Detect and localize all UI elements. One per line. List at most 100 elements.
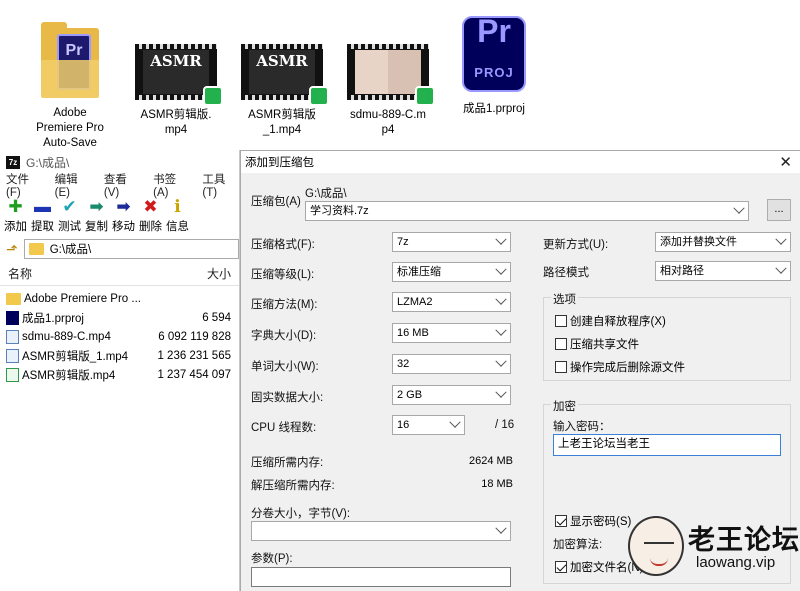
check-icon: ✔ xyxy=(62,197,77,216)
column-size[interactable]: 大小 xyxy=(207,265,231,282)
test-button[interactable]: ✔ 测试 xyxy=(56,196,83,236)
sfx-checkbox[interactable]: 创建自释放程序(X) xyxy=(555,313,666,329)
icon-label: ASMR剪辑版 _1.mp4 xyxy=(248,109,316,136)
chevron-down-icon xyxy=(495,324,507,336)
menu-view[interactable]: 查看(V) xyxy=(104,171,141,199)
file-row[interactable]: sdmu-889-C.mp4 6 092 119 828 xyxy=(0,327,239,346)
update-mode-select[interactable]: 添加并替换文件 xyxy=(655,232,791,252)
address-bar: ⬏ G:\成品\ xyxy=(0,236,239,262)
format-select[interactable]: 7z xyxy=(392,232,511,252)
path-mode-label: 路径模式 xyxy=(543,267,589,279)
icon-label: 成品1.prproj xyxy=(463,103,525,115)
premiere-file-icon xyxy=(6,310,19,325)
premiere-project-icon: Pr PROJ xyxy=(462,15,526,92)
delete-button[interactable]: ✖ 删除 xyxy=(137,196,164,236)
delete-icon: ✖ xyxy=(143,197,158,216)
desktop: Pr Adobe Premiere Pro Auto-Save ASMR ASM… xyxy=(0,0,800,150)
encryption-method-label: 加密算法: xyxy=(553,539,603,551)
method-select[interactable]: LZMA2 xyxy=(392,292,511,312)
format-label: 压缩格式(F): xyxy=(251,239,315,251)
move-button[interactable]: ➡ 移动 xyxy=(110,196,137,236)
chevron-down-icon xyxy=(495,355,507,367)
folder-icon xyxy=(28,243,44,255)
solid-select[interactable]: 2 GB xyxy=(392,385,511,405)
add-button[interactable]: ✚ 添加 xyxy=(2,196,29,236)
file-icon xyxy=(6,348,19,363)
info-button[interactable]: ℹ 信息 xyxy=(164,196,191,236)
info-icon: ℹ xyxy=(174,197,181,216)
checkbox-box xyxy=(555,315,567,327)
desktop-icon-premiere-folder[interactable]: Pr Adobe Premiere Pro Auto-Save xyxy=(20,14,120,151)
desktop-icon-prproj[interactable]: Pr PROJ 成品1.prproj xyxy=(444,14,544,117)
column-name[interactable]: 名称 xyxy=(8,265,32,282)
video-badge-icon xyxy=(415,86,435,106)
split-select[interactable] xyxy=(251,521,511,541)
params-input[interactable] xyxy=(251,567,511,587)
archive-path: G:\成品\ xyxy=(305,188,347,200)
file-icon xyxy=(6,329,19,344)
copy-arrow-icon: ➡ xyxy=(89,197,104,216)
icon-label: sdmu-889-C.m p4 xyxy=(349,109,427,136)
chevron-down-icon xyxy=(775,233,787,245)
dialog-title: 添加到压缩包 xyxy=(245,157,314,169)
dict-select[interactable]: 16 MB xyxy=(392,323,511,343)
move-arrow-icon: ➡ xyxy=(116,197,131,216)
file-row[interactable]: Adobe Premiere Pro ... xyxy=(0,289,239,308)
desktop-icon-asmr-1-mp4[interactable]: ASMR ASMR剪辑版 _1.mp4 xyxy=(232,14,332,138)
chevron-down-icon xyxy=(495,386,507,398)
video-thumbnail xyxy=(347,44,435,106)
mem-compress-label: 压缩所需内存: xyxy=(251,457,324,469)
icon-label: Adobe Premiere Pro Auto-Save xyxy=(36,107,104,149)
chevron-down-icon xyxy=(495,263,507,275)
archive-label: 压缩包(A) xyxy=(251,196,301,208)
chevron-down-icon xyxy=(449,416,461,428)
desktop-icon-asmr-mp4[interactable]: ASMR ASMR剪辑版. mp4 xyxy=(126,14,226,138)
video-badge-icon xyxy=(203,86,223,106)
word-select[interactable]: 32 xyxy=(392,354,511,374)
video-thumbnail: ASMR xyxy=(241,44,329,106)
menu-bookmarks[interactable]: 书签(A) xyxy=(153,171,190,199)
icon-label: ASMR剪辑版. mp4 xyxy=(140,109,212,136)
cpu-select[interactable]: 16 xyxy=(392,415,465,435)
file-row[interactable]: ASMR剪辑版_1.mp4 1 236 231 565 xyxy=(0,346,239,365)
file-list: Adobe Premiere Pro ... 成品1.prproj 6 594 … xyxy=(0,286,239,384)
shared-files-checkbox[interactable]: 压缩共享文件 xyxy=(555,336,639,352)
folder-icon xyxy=(6,292,21,305)
mem-decompress-value: 18 MB xyxy=(481,478,513,490)
delete-after-checkbox[interactable]: 操作完成后删除源文件 xyxy=(555,359,685,375)
close-icon[interactable]: ✕ xyxy=(779,153,792,171)
dialog-titlebar: 添加到压缩包 ✕ xyxy=(241,151,800,173)
level-select[interactable]: 标准压缩 xyxy=(392,262,511,282)
folder-icon: Pr xyxy=(41,20,99,98)
word-label: 单词大小(W): xyxy=(251,361,319,373)
archive-name-combo[interactable]: 学习资料.7z xyxy=(305,201,749,221)
browse-button[interactable]: ... xyxy=(767,199,791,221)
video-badge-icon xyxy=(309,86,329,106)
address-input[interactable]: G:\成品\ xyxy=(23,239,239,259)
file-row[interactable]: ASMR剪辑版.mp4 1 237 454 097 xyxy=(0,365,239,384)
menu-bar: 文件(F) 编辑(E) 查看(V) 书签(A) 工具(T) xyxy=(0,171,239,199)
chevron-down-icon xyxy=(733,202,745,214)
chevron-down-icon xyxy=(775,262,787,274)
checkbox-box xyxy=(555,561,567,573)
password-label: 输入密码： xyxy=(553,421,611,433)
copy-button[interactable]: ➡ 复制 xyxy=(83,196,110,236)
desktop-icon-sdmu-mp4[interactable]: sdmu-889-C.m p4 xyxy=(338,14,438,138)
menu-file[interactable]: 文件(F) xyxy=(6,171,43,199)
dict-label: 字典大小(D): xyxy=(251,330,317,342)
show-password-checkbox[interactable]: 显示密码(S) xyxy=(555,513,631,529)
menu-edit[interactable]: 编辑(E) xyxy=(55,171,92,199)
menu-tools[interactable]: 工具(T) xyxy=(202,171,239,199)
method-label: 压缩方法(M): xyxy=(251,299,318,311)
file-row[interactable]: 成品1.prproj 6 594 xyxy=(0,308,239,327)
password-input[interactable]: 上老王论坛当老王 xyxy=(553,434,781,456)
up-folder-icon[interactable]: ⬏ xyxy=(6,241,18,258)
encryption-title: 加密 xyxy=(551,398,578,414)
extract-button[interactable]: ▬ 提取 xyxy=(29,196,56,236)
checkbox-box xyxy=(555,515,567,527)
path-mode-select[interactable]: 相对路径 xyxy=(655,261,791,281)
plus-icon: ✚ xyxy=(8,197,23,216)
column-header: 名称 大小 xyxy=(0,262,239,286)
level-label: 压缩等级(L): xyxy=(251,269,315,281)
checkbox-box xyxy=(555,338,567,350)
